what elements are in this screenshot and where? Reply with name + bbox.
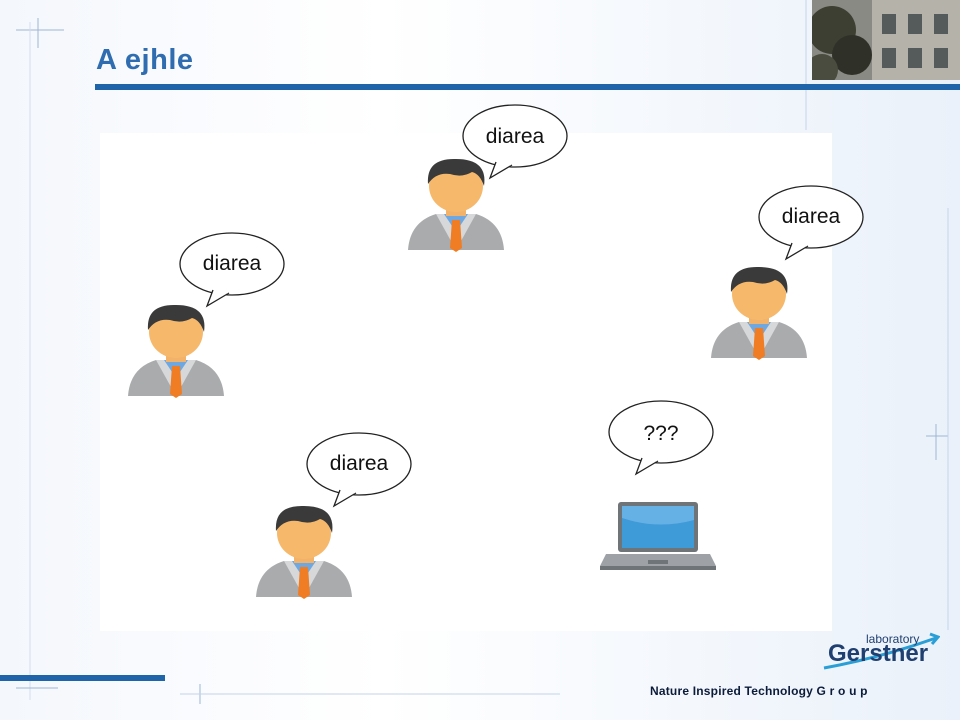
person-icon — [256, 505, 352, 599]
bubble-text-top: diarea — [485, 125, 545, 148]
logo-name-text: Gerstner — [828, 640, 929, 667]
footer-tagline: Nature Inspired Technology G r o u p — [650, 684, 868, 698]
title-underline — [95, 84, 960, 90]
bubble-text-bottom: diarea — [329, 452, 389, 475]
bubble-text-right: diarea — [781, 205, 841, 228]
bubble-text-laptop: ??? — [643, 422, 679, 445]
footer-accent-bar — [0, 675, 165, 681]
bubble-text-left: diarea — [202, 252, 262, 275]
person-icon — [711, 266, 807, 360]
building-photo — [812, 0, 960, 80]
person-icon — [128, 304, 224, 398]
slide-title: A ejhle — [96, 44, 194, 76]
person-icon — [408, 158, 504, 252]
laptop-icon — [600, 502, 716, 570]
